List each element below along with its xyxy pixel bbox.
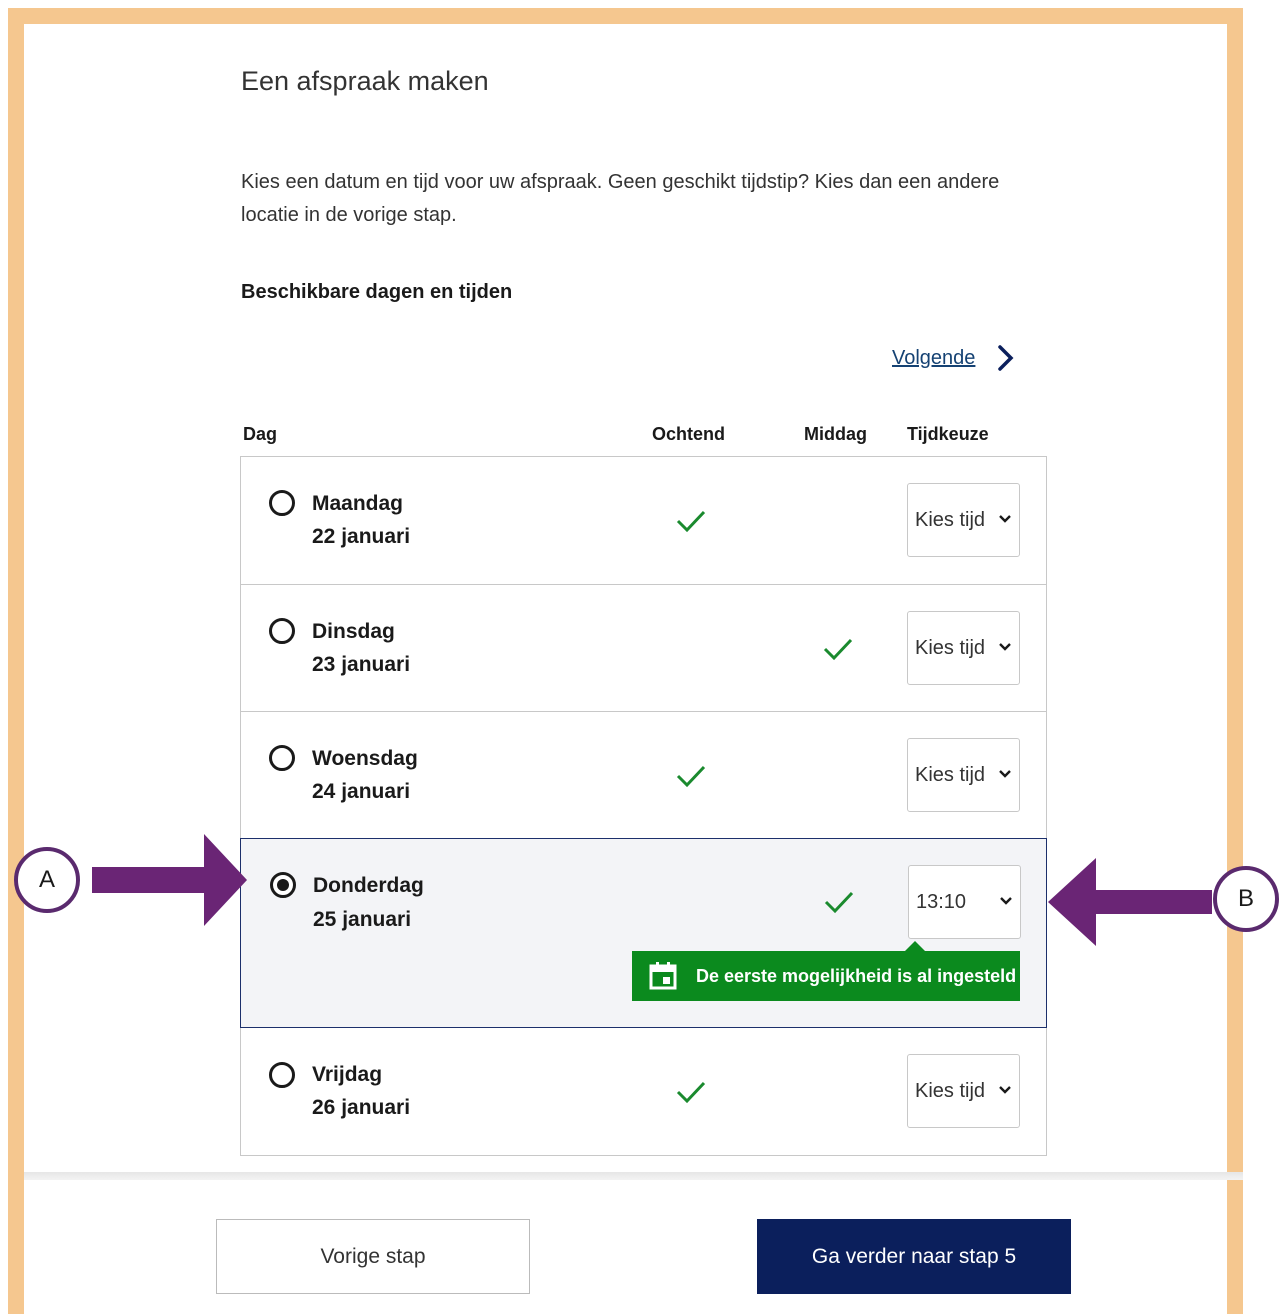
intro-text: Kies een datum en tijd voor uw afspraak.… (241, 171, 1000, 226)
annotation-marker-b: B (1213, 866, 1279, 932)
table-row[interactable]: Woensdag 24 januari Kies tijd (241, 712, 1046, 839)
footer-divider (24, 1172, 1243, 1180)
day-radio[interactable] (269, 1062, 295, 1088)
check-icon (676, 765, 706, 788)
time-select-value: Kies tijd (915, 763, 986, 786)
column-header-day: Dag (243, 424, 278, 444)
column-header-time: Tijdkeuze (907, 424, 989, 444)
time-select[interactable]: Kies tijd (907, 483, 1020, 557)
time-select[interactable]: Kies tijd (907, 1054, 1020, 1128)
arrow-right-icon (92, 834, 247, 926)
day-radio-checked[interactable] (270, 872, 296, 898)
availability-table: Maandag 22 januari Kies tijd Dinsdag 23 … (240, 456, 1047, 1156)
page-title: Een afspraak maken (241, 66, 489, 96)
day-radio[interactable] (269, 745, 295, 771)
chevron-down-icon (1000, 897, 1012, 905)
table-row[interactable]: Dinsdag 23 januari Kies tijd (241, 585, 1046, 712)
chevron-down-icon (999, 643, 1011, 651)
day-radio[interactable] (269, 618, 295, 644)
day-name: Vrijdag (312, 1063, 383, 1086)
chevron-right-icon (998, 345, 1014, 371)
arrow-left-icon (1048, 858, 1212, 946)
chevron-down-icon (999, 515, 1011, 523)
day-name: Woensdag (312, 747, 418, 770)
continue-button[interactable]: Ga verder naar stap 5 (757, 1219, 1071, 1294)
table-row[interactable]: Vrijdag 26 januari Kies tijd (241, 1028, 1046, 1155)
time-select-value: Kies tijd (915, 636, 986, 659)
day-date: 26 januari (312, 1096, 411, 1119)
chevron-down-icon (999, 770, 1011, 778)
time-select[interactable]: Kies tijd (907, 738, 1020, 812)
column-header-morning: Ochtend (652, 424, 726, 444)
table-row-selected[interactable]: Donderdag 25 januari 13:10 De eerste mog… (240, 838, 1047, 1028)
previous-step-button[interactable]: Vorige stap (216, 1219, 530, 1294)
day-name: Donderdag (313, 874, 424, 897)
check-icon (676, 510, 706, 533)
day-date: 25 januari (313, 908, 412, 931)
first-option-notice: De eerste mogelijkheid is al ingesteld (632, 941, 1020, 1001)
next-week-link[interactable]: Volgende (892, 343, 1017, 373)
next-link-label: Volgende (892, 346, 976, 369)
check-icon (824, 891, 854, 914)
day-date: 23 januari (312, 653, 411, 676)
column-header-afternoon: Middag (804, 424, 867, 444)
time-select-value: Kies tijd (915, 1079, 986, 1102)
day-name: Maandag (312, 492, 404, 515)
time-select[interactable]: Kies tijd (907, 611, 1020, 685)
check-icon (676, 1081, 706, 1104)
annotation-marker-a: A (14, 847, 80, 913)
day-name: Dinsdag (312, 620, 395, 643)
section-heading: Beschikbare dagen en tijden (241, 281, 513, 303)
calendar-icon (649, 962, 677, 990)
time-select-value: Kies tijd (915, 508, 986, 531)
table-row[interactable]: Maandag 22 januari Kies tijd (241, 457, 1046, 585)
day-date: 22 januari (312, 525, 411, 548)
check-icon (823, 638, 853, 661)
day-date: 24 januari (312, 780, 411, 803)
chevron-down-icon (999, 1086, 1011, 1094)
time-select-value: 13:10 (916, 890, 967, 913)
day-radio[interactable] (269, 490, 295, 516)
time-select[interactable]: 13:10 (908, 865, 1021, 939)
notice-text: De eerste mogelijkheid is al ingesteld (696, 965, 1017, 986)
